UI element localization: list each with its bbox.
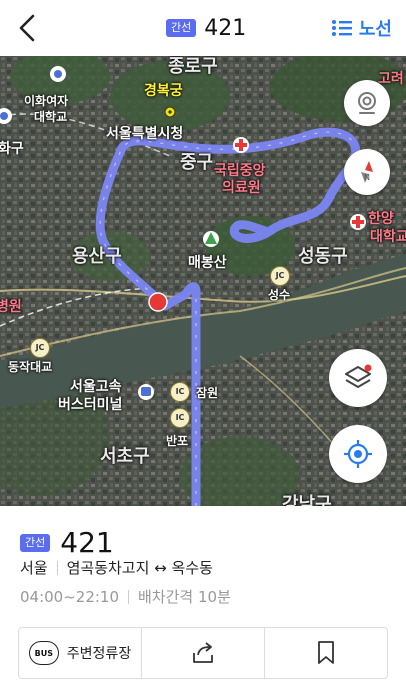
target-icon: [344, 440, 372, 468]
share-icon: [193, 642, 213, 663]
map-label-express: 서울고속: [70, 379, 122, 395]
compass-icon: N: [361, 161, 373, 183]
bus-icon: BUS: [28, 641, 59, 665]
map-label-banpo: 반포: [166, 434, 189, 448]
operating-hours: 04:00~22:10: [20, 587, 120, 606]
jc-badge-east: JC: [270, 266, 290, 286]
street-view-button[interactable]: [344, 80, 390, 126]
divider: [128, 589, 130, 604]
map-label-gangnam: 강남구: [282, 494, 332, 506]
divider: [56, 560, 58, 575]
route-type-badge: 간선: [166, 19, 197, 37]
back-button[interactable]: [14, 12, 44, 44]
nearby-stops-button[interactable]: BUS 주변정류장: [19, 628, 141, 678]
route-info-number: 421: [60, 526, 114, 559]
layers-icon: [345, 364, 372, 388]
map-label-seongsu: 성수: [268, 288, 291, 302]
map-label-hwagu: 화구: [0, 141, 24, 157]
route-region: 서울: [20, 559, 48, 577]
map-label-jamwon: 잠원: [196, 386, 219, 400]
map-label-jongno: 종로구: [168, 56, 218, 77]
map-label-yongsan: 용산구: [72, 246, 122, 267]
map-label-ewha-2: 대학교: [34, 110, 68, 124]
map-label-gyeongbokgung: 경복궁: [144, 83, 183, 99]
map-label-junggu: 중구: [180, 152, 214, 173]
share-button[interactable]: [141, 628, 264, 678]
dispatch-interval: 배차간격 10분: [138, 588, 231, 606]
route-info-badge: 간선: [20, 533, 51, 552]
map-view[interactable]: 종로구 경복궁 이화여자 대학교 서울특별시청 중구 국립중앙 의료원 용산구 …: [0, 56, 406, 506]
map-label-hanyang-2: 대학교: [370, 229, 406, 245]
svg-text:N: N: [364, 173, 370, 182]
bookmark-icon: [318, 641, 334, 664]
route-link-label: 노선: [358, 19, 392, 40]
ic-badge-jamwon: IC: [170, 382, 190, 402]
map-label-seocho: 서초구: [100, 446, 150, 467]
chevron-left-icon: [19, 14, 35, 42]
route-info-panel: 간선 421 서울 염곡동차고지 ↔ 옥수동 04:00~22:10 배차간격 …: [0, 506, 406, 696]
header-title: 간선 421: [166, 14, 246, 42]
route-list-button[interactable]: 노선: [331, 14, 392, 42]
map-label-seongdong: 성동구: [298, 246, 348, 267]
map-label-hanyang: 한양: [368, 211, 394, 227]
map-label-dongjak: 동작대교: [8, 360, 53, 374]
map-label-ewha: 이화여자: [24, 94, 69, 108]
map-label-maebongsan: 매봉산: [188, 255, 227, 271]
route-number: 421: [204, 15, 247, 41]
map-label-cityhall: 서울특별시청: [106, 126, 184, 142]
bookmark-button[interactable]: [264, 628, 387, 678]
jc-badge-west: JC: [30, 338, 50, 358]
camera-icon: [358, 92, 376, 114]
compass-button[interactable]: N: [344, 149, 390, 195]
map-label-nmc-2: 의료원: [222, 180, 261, 196]
list-icon: [331, 20, 352, 36]
map-layers-button[interactable]: [329, 349, 387, 407]
map-label-hospital: 병원: [0, 299, 22, 315]
route-endpoints: 서울 염곡동차고지 ↔ 옥수동: [20, 557, 213, 578]
route-info-title: 간선 421: [20, 526, 114, 559]
route-terminals: 염곡동차고지 ↔ 옥수동: [66, 559, 213, 577]
action-bar: BUS 주변정류장: [18, 627, 388, 679]
my-location-button[interactable]: [329, 425, 387, 483]
nearby-stops-label: 주변정류장: [66, 646, 132, 662]
map-label-express-2: 버스터미널: [58, 397, 123, 413]
ic-badge-banpo: IC: [170, 408, 190, 428]
route-schedule: 04:00~22:10 배차간격 10분: [20, 586, 231, 607]
header-bar: 간선 421 노선: [0, 0, 406, 56]
